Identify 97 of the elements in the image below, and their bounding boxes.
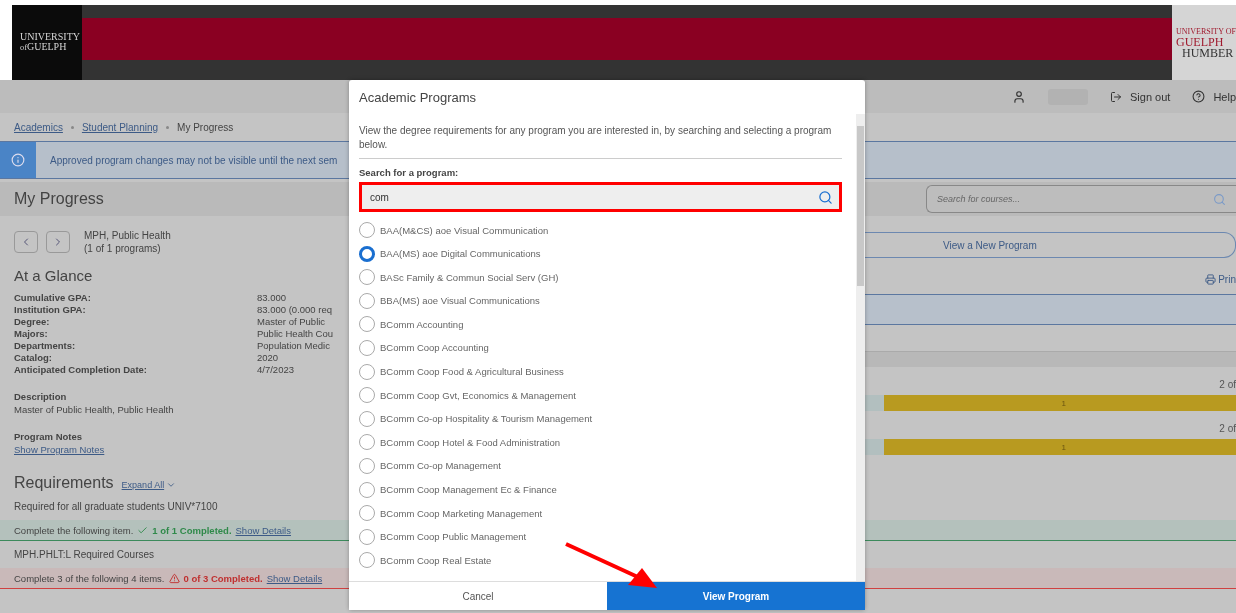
show-details-link[interactable]: Show Details [266,572,323,584]
field-label: Departments: [14,340,77,352]
program-option[interactable]: BComm Coop Management Ec & Finance [359,481,842,498]
field-value: Public Health Cou [257,328,335,340]
chevron-down-icon [166,480,177,490]
program-option[interactable]: BASc Family & Commun Social Serv (GH) [359,269,842,286]
progress-count: 2 of [1219,379,1236,390]
radio-button[interactable] [359,269,375,286]
requirement-title: MPH.PHLT:L Required Courses [13,548,156,560]
course-search-field[interactable]: Search for courses... [926,185,1236,213]
field-label: Cumulative GPA: [14,292,92,304]
program-option[interactable]: BComm Co-op Hospitality & Tourism Management [359,410,842,427]
status-instruction: Complete the following item. [14,524,134,536]
program-option[interactable]: BComm Accounting [359,316,842,333]
radio-button[interactable] [359,387,375,404]
user-icon [1012,89,1026,104]
progress-fill: 1 [883,395,1236,411]
program-search-field[interactable]: com [362,185,839,209]
sign-out-icon [1110,90,1122,103]
separator-dot [70,125,74,129]
field-value: 83.000 [257,292,288,304]
university-logo: UNIVERSITY ofGUELPH [12,5,82,80]
sign-out-link[interactable]: Sign out [1110,90,1171,103]
print-link[interactable]: Prin [1205,274,1236,285]
info-icon [0,142,36,178]
cancel-button[interactable]: Cancel [349,582,607,610]
program-option[interactable]: BComm Coop Gvt, Economics & Management [359,387,842,404]
show-details-link[interactable]: Show Details [235,524,291,536]
field-value: Population Medic [257,340,331,352]
breadcrumb-current: My Progress [177,121,234,133]
warning-icon [168,572,180,584]
page-title: My Progress [14,190,104,208]
program-name: MPH, Public Health [84,229,171,242]
requirements-title: Requirements [14,474,114,492]
view-program-button[interactable]: View Program [607,582,865,610]
notes-title: Program Notes [14,430,84,443]
separator-dot [166,125,170,129]
breadcrumb-link[interactable]: Academics [14,121,63,133]
field-label: Degree: [14,316,51,328]
program-option[interactable]: BComm Co-op Management [359,457,842,474]
progress-count: 2 of [1219,423,1236,434]
radio-button[interactable] [359,245,375,262]
description-text: Master of Public Health, Public Health [14,403,175,416]
radio-button[interactable] [359,528,375,545]
expand-all-link[interactable]: Expand All [121,480,177,490]
field-label: Institution GPA: [14,304,87,316]
program-option[interactable]: BComm Coop Food & Agricultural Business [359,363,842,380]
program-option[interactable]: BComm Coop Real Estate [359,552,842,569]
requirement-title: Required for all graduate students UNIV*7100 [14,501,219,512]
printer-icon [1205,274,1217,285]
search-icon [818,189,833,205]
radio-button[interactable] [359,222,375,238]
field-value: Master of Public [257,316,327,328]
radio-button[interactable] [359,410,375,427]
modal-intro: View the degree requirements for any program you are interested in, by searching and selecting a program below. [359,124,842,159]
field-value: 83.000 (0.000 req [257,304,333,316]
program-option[interactable]: BBA(MS) aoe Visual Communications [359,292,842,309]
view-new-program-button[interactable]: View a New Program [865,232,1236,258]
radio-button[interactable] [359,552,375,569]
radio-button[interactable] [359,339,375,356]
radio-button[interactable] [359,505,375,522]
program-option[interactable]: BComm Coop Public Management [359,528,842,545]
program-option[interactable]: BComm Coop Accounting [359,339,842,356]
progress-fill: 1 [883,439,1236,455]
status-instruction: Complete 3 of the following 4 items. [14,572,165,584]
breadcrumb-link[interactable]: Student Planning [81,121,159,133]
show-notes-link[interactable]: Show Program Notes [14,444,105,455]
section-title: At a Glance [14,267,94,284]
status-result: 1 of 1 Completed. [152,524,232,536]
check-icon [137,524,149,536]
search-icon [1213,192,1226,206]
help-icon [1192,90,1206,103]
program-option[interactable]: BAA(M&CS) aoe Visual Communication [359,222,842,238]
help-link[interactable]: Help [1192,90,1236,103]
radio-button[interactable] [359,316,375,333]
status-result: 0 of 3 Completed. [183,572,263,584]
field-label: Majors: [14,328,49,340]
field-label: Catalog: [14,352,53,364]
radio-button[interactable] [359,363,375,380]
radio-button[interactable] [359,434,375,451]
radio-button[interactable] [359,481,375,498]
field-value: 4/7/2023 [257,364,295,376]
program-option[interactable]: BComm Coop Marketing Management [359,505,842,522]
radio-button[interactable] [359,457,375,474]
modal-title: Academic Programs [358,88,478,107]
partner-logo: UNIVERSITY OF GUELPH HUMBER [1172,5,1236,80]
previous-button[interactable] [14,231,38,253]
search-label: Search for a program: [359,167,460,178]
radio-button[interactable] [359,292,375,309]
description-title: Description [14,390,68,403]
program-option[interactable]: BAA(MS) aoe Digital Communications [359,245,842,262]
next-button[interactable] [46,231,70,253]
field-label: Anticipated Completion Date: [14,364,148,376]
field-value: 2020 [257,352,280,364]
program-option[interactable]: BComm Coop Hotel & Food Administration [359,434,842,451]
program-count: (1 of 1 programs) [84,242,162,255]
info-message: Approved program changes may not be visible until the next sem [50,154,338,166]
